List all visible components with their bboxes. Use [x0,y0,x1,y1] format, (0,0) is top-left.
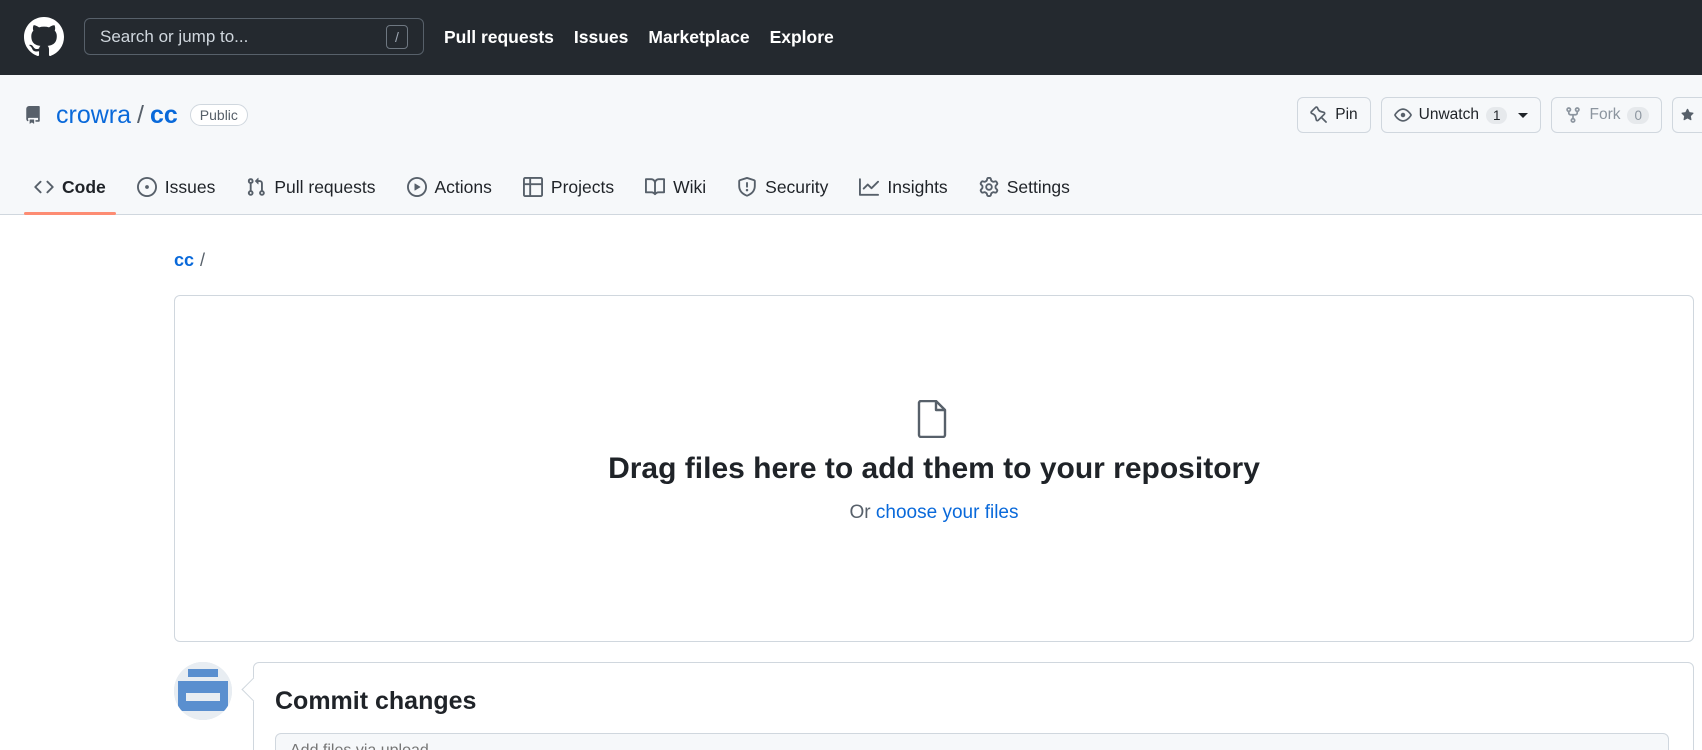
nav-pull-requests[interactable]: Pull requests [444,27,554,48]
tab-projects-label: Projects [550,176,615,197]
tab-projects[interactable]: Projects [513,159,624,215]
tab-wiki-label: Wiki [673,176,707,197]
search-input[interactable]: Search or jump to... / [84,18,424,55]
tab-pull-requests[interactable]: Pull requests [236,159,385,215]
or-text: Or [849,502,871,523]
star-button[interactable] [1672,97,1702,133]
star-icon [1681,108,1694,121]
code-icon [34,180,54,194]
unwatch-label: Unwatch [1418,106,1479,123]
repo-separator: / [137,100,144,129]
tab-wiki[interactable]: Wiki [635,159,716,215]
nav-issues[interactable]: Issues [574,27,628,48]
breadcrumb-repo-link[interactable]: cc [174,250,194,271]
pull-request-icon [248,177,266,196]
unwatch-button[interactable]: Unwatch 1 [1380,97,1542,133]
tab-insights-label: Insights [887,176,948,197]
github-logo-icon[interactable] [24,17,64,57]
tab-actions-label: Actions [434,176,492,197]
book-icon [645,178,666,196]
search-placeholder: Search or jump to... [100,26,249,46]
pin-button[interactable]: Pin [1297,97,1371,133]
file-icon [917,400,947,438]
identicon-icon [174,662,232,720]
nav-explore[interactable]: Explore [770,27,834,48]
pin-label: Pin [1335,106,1358,123]
issue-icon [136,177,157,197]
tab-pull-requests-label: Pull requests [274,176,376,197]
commit-panel: Commit changes [253,662,1694,750]
commit-summary-input[interactable] [275,733,1669,750]
repo-title: crowra / cc Public [24,100,248,130]
global-header: Search or jump to... / Pull requests Iss… [0,0,1702,75]
breadcrumb: cc / [174,250,205,271]
watch-counter: 1 [1485,106,1508,124]
tab-issues-label: Issues [164,176,216,197]
repo-tabs: Code Issues Pull requests Actions Projec… [24,159,1091,215]
tab-code-label: Code [62,176,106,197]
table-icon [522,177,543,197]
search-shortcut-key: / [386,24,408,49]
chevron-down-icon [1518,112,1529,118]
fork-counter: 0 [1627,106,1649,124]
tab-security[interactable]: Security [727,159,838,215]
fork-label: Fork [1589,106,1621,123]
visibility-badge: Public [189,104,248,126]
play-icon [406,177,427,197]
breadcrumb-separator: / [200,250,206,270]
tab-settings-label: Settings [1006,176,1070,197]
repo-name-link[interactable]: cc [150,101,178,130]
tab-settings[interactable]: Settings [969,159,1080,215]
graph-icon [859,178,880,196]
file-drop-zone[interactable]: Drag files here to add them to your repo… [174,295,1694,642]
tab-code[interactable]: Code [24,159,116,215]
fork-icon [1566,107,1581,123]
repo-icon [26,106,40,124]
nav-marketplace[interactable]: Marketplace [648,27,749,48]
gear-icon [979,177,998,197]
pin-icon [1310,106,1328,123]
tab-actions[interactable]: Actions [397,159,502,215]
drop-zone-title: Drag files here to add them to your repo… [608,452,1260,485]
repo-header: crowra / cc Public Pin Unwatch 1 Fork 0 … [0,75,1702,215]
shield-icon [738,177,756,197]
choose-files-link[interactable]: choose your files [876,502,1019,523]
fork-button[interactable]: Fork 0 [1551,97,1662,133]
repo-owner-link[interactable]: crowra [56,101,131,130]
repo-actions: Pin Unwatch 1 Fork 0 [1297,97,1702,133]
tab-insights[interactable]: Insights [849,159,957,215]
tab-security-label: Security [765,176,829,197]
drop-zone-subtitle: Or choose your files [175,502,1693,524]
eye-icon [1393,108,1412,122]
top-nav: Pull requests Issues Marketplace Explore [444,0,834,75]
avatar [174,662,232,720]
commit-title: Commit changes [275,687,477,715]
tab-issues[interactable]: Issues [127,159,226,215]
